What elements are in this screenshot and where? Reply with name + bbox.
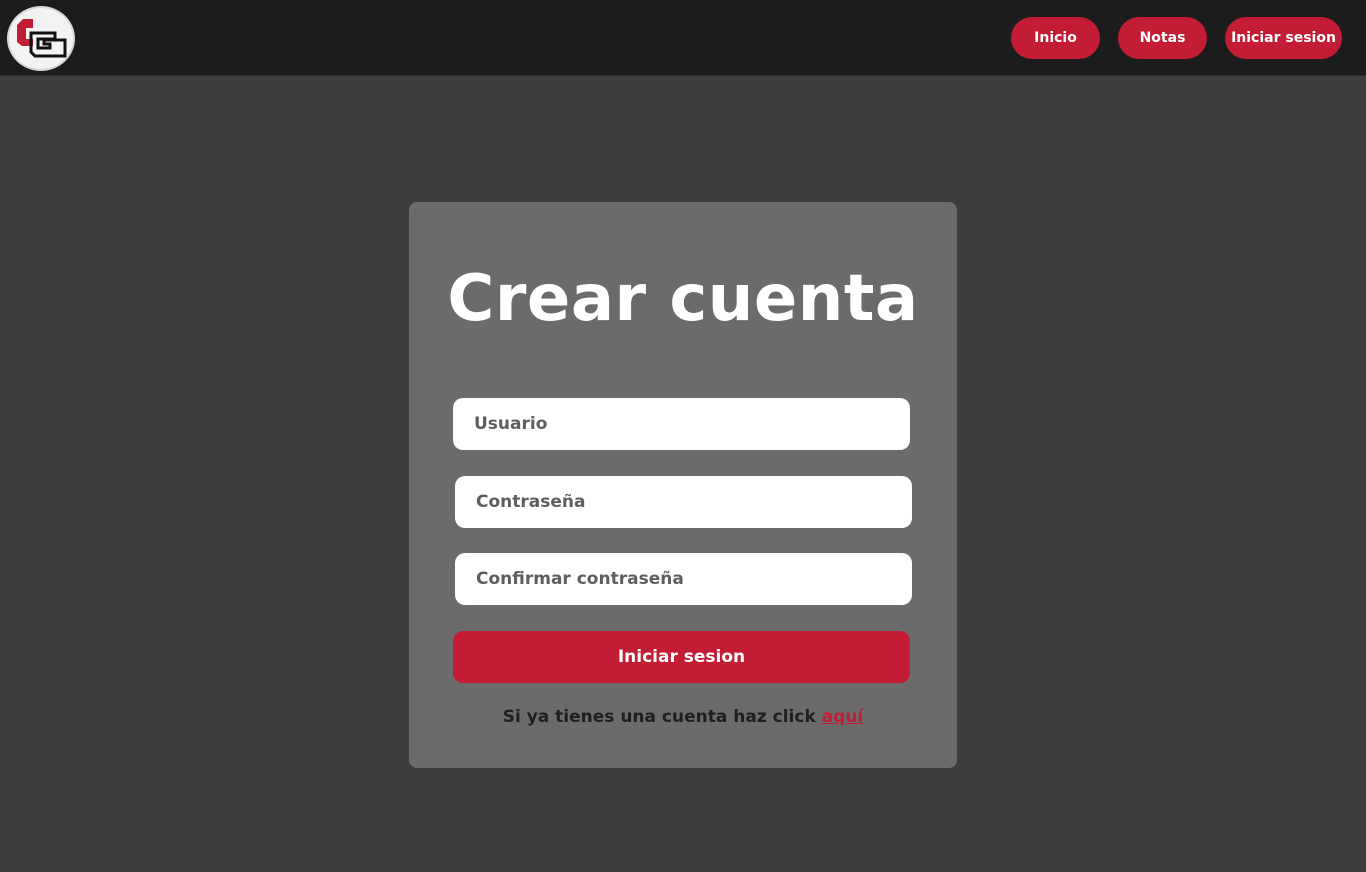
password-input[interactable] (455, 476, 912, 528)
page-title: Crear cuenta (447, 262, 919, 336)
nav-login-button[interactable]: Iniciar sesion (1225, 17, 1342, 59)
submit-button[interactable]: Iniciar sesion (453, 631, 910, 683)
confirm-password-input[interactable] (455, 553, 912, 605)
login-hint-text: Si ya tienes una cuenta haz click (502, 707, 822, 727)
login-hint: Si ya tienes una cuenta haz click aquí (0, 707, 1366, 727)
username-input[interactable] (453, 398, 910, 450)
cg-logo-icon[interactable] (7, 6, 75, 71)
nav-notas-button[interactable]: Notas (1118, 17, 1207, 59)
top-navbar: Inicio Notas Iniciar sesion (0, 0, 1366, 76)
nav-inicio-button[interactable]: Inicio (1011, 17, 1100, 59)
login-link[interactable]: aquí (822, 707, 864, 727)
